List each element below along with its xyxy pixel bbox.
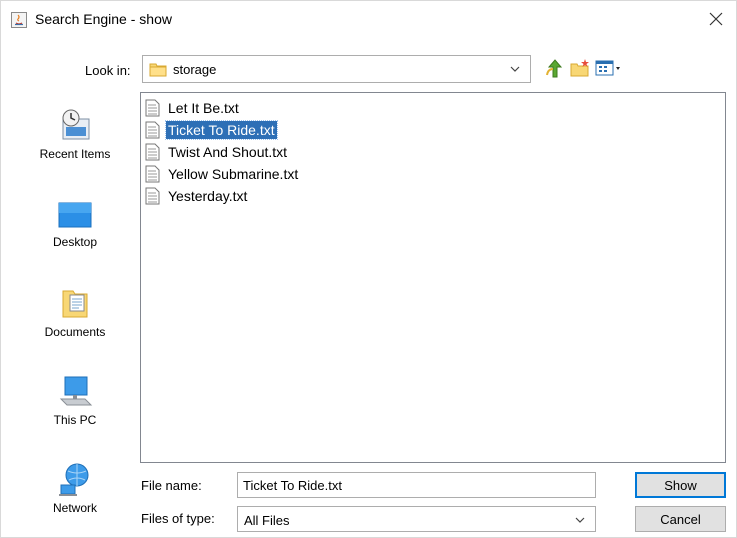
text-file-icon [145, 99, 160, 116]
java-app-icon [11, 12, 27, 28]
create-new-folder-button[interactable] [569, 57, 591, 79]
documents-icon [62, 290, 88, 318]
place-label: Recent Items [39, 147, 111, 161]
desktop-icon [58, 202, 92, 228]
file-item[interactable]: Twist And Shout.txt [145, 141, 289, 162]
file-name: Ticket To Ride.txt [165, 119, 278, 140]
file-name: Twist And Shout.txt [168, 143, 288, 160]
show-button[interactable]: Show [635, 472, 726, 498]
look-in-combo[interactable]: storage [142, 55, 531, 83]
chevron-down-icon [510, 66, 520, 72]
place-label: Desktop [52, 235, 98, 249]
chevron-down-icon [575, 517, 585, 523]
title-bar[interactable]: Search Engine - show [1, 1, 736, 37]
text-file-icon [145, 143, 160, 160]
look-in-value: storage [173, 62, 217, 77]
new-folder-icon [570, 59, 589, 77]
text-file-icon [145, 121, 160, 138]
text-file-icon [145, 187, 160, 204]
file-list[interactable]: Let It Be.txt Ticket To Ride.txt Twist A… [140, 92, 726, 463]
place-label: Network [52, 501, 97, 515]
network-icon [59, 463, 89, 496]
file-name: Yellow Submarine.txt [168, 165, 299, 182]
place-desktop[interactable]: Desktop [23, 201, 127, 249]
up-one-level-button[interactable] [544, 57, 566, 79]
window-title: Search Engine - show [35, 11, 172, 27]
folder-icon [149, 63, 167, 77]
files-of-type-combo[interactable]: All Files [237, 506, 596, 532]
text-file-icon [145, 165, 160, 182]
file-item[interactable]: Yesterday.txt [145, 185, 249, 206]
place-network[interactable]: Network [23, 461, 127, 515]
file-name-input[interactable] [237, 472, 596, 498]
file-name-label: File name: [141, 478, 202, 493]
view-menu-button[interactable] [595, 57, 625, 79]
this-pc-icon [59, 376, 93, 406]
close-button[interactable] [702, 5, 730, 33]
file-name: Let It Be.txt [168, 99, 239, 116]
close-icon [709, 12, 723, 26]
place-label: Documents [44, 325, 106, 339]
file-chooser-dialog: Search Engine - show Look in: storage Re… [0, 0, 737, 538]
files-of-type-value: All Files [244, 513, 290, 528]
place-documents[interactable]: Documents [23, 285, 127, 339]
place-recent-items[interactable]: Recent Items [23, 107, 127, 161]
look-in-label: Look in: [85, 63, 131, 78]
up-folder-arrow-icon [546, 59, 563, 78]
view-menu-icon [595, 60, 620, 76]
file-item[interactable]: Yellow Submarine.txt [145, 163, 300, 184]
cancel-button[interactable]: Cancel [635, 506, 726, 532]
recent-items-icon [62, 109, 90, 140]
file-item[interactable]: Let It Be.txt [145, 97, 241, 118]
files-of-type-label: Files of type: [141, 511, 215, 526]
file-name: Yesterday.txt [168, 187, 248, 204]
place-this-pc[interactable]: This PC [23, 373, 127, 427]
place-label: This PC [53, 413, 97, 427]
file-item-selected[interactable]: Ticket To Ride.txt [145, 119, 278, 140]
